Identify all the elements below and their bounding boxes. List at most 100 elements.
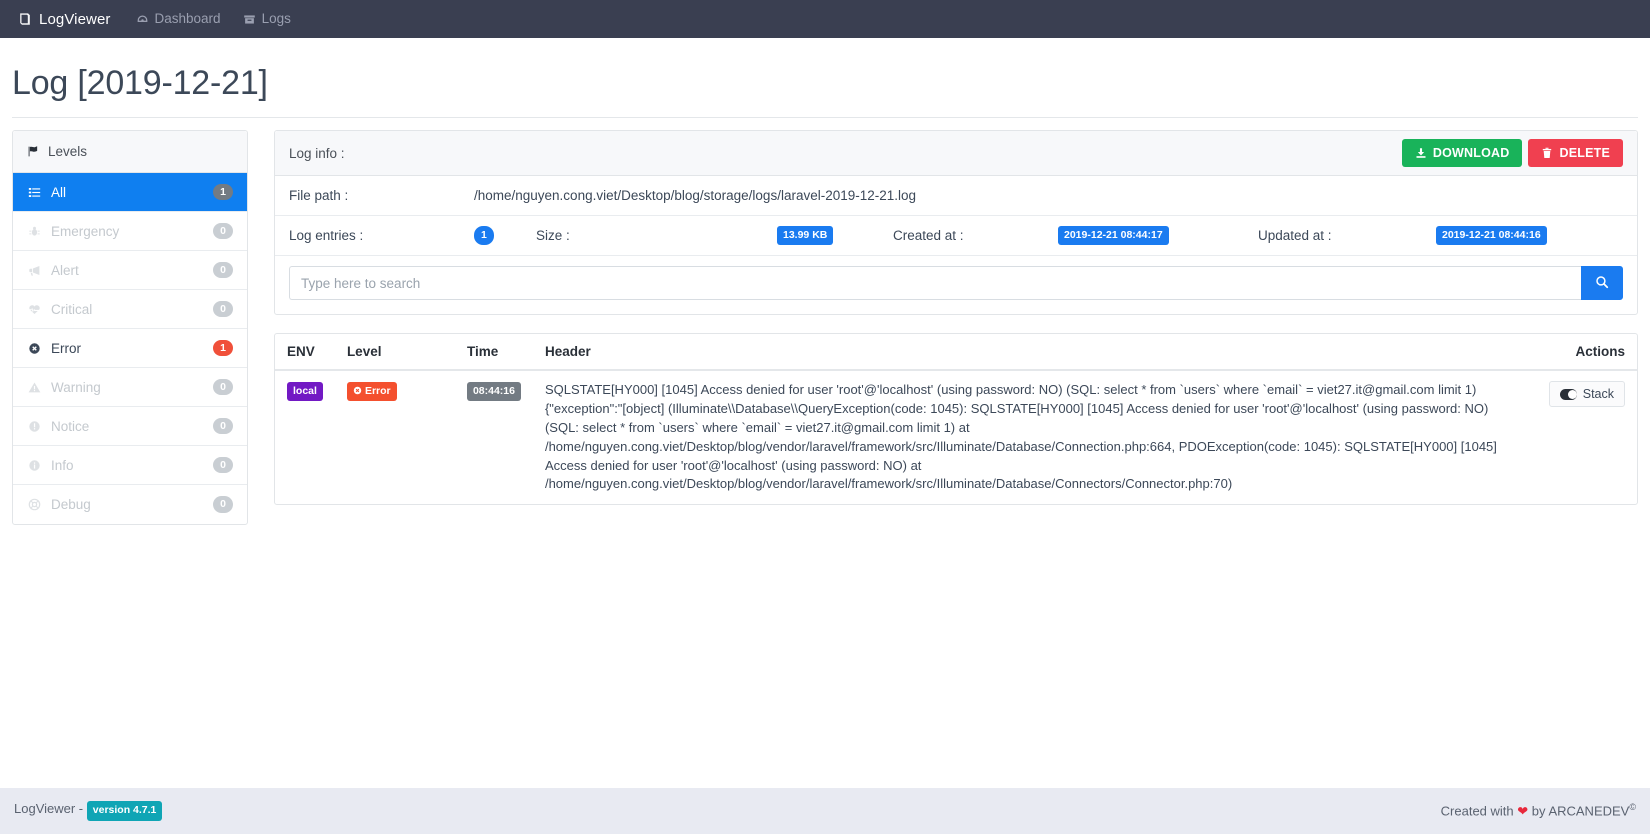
column-env: ENV [275, 334, 335, 370]
download-button[interactable]: DOWNLOAD [1402, 139, 1523, 167]
file-path-label: File path : [275, 178, 460, 213]
sidebar-item-alert[interactable]: Alert 0 [13, 251, 247, 290]
sidebar-item-all-count: 1 [213, 184, 233, 201]
sidebar-item-warning-count: 0 [213, 379, 233, 396]
times-circle-icon [353, 386, 362, 395]
trash-icon [1541, 147, 1553, 159]
levels-column: Levels All 1 Emergency [12, 130, 248, 543]
sidebar-item-emergency-count: 0 [213, 223, 233, 240]
sidebar-item-critical[interactable]: Critical 0 [13, 290, 247, 329]
level-badge-label: Error [365, 385, 391, 397]
sidebar-item-warning-label: Warning [51, 380, 204, 395]
sidebar-item-info-label: Info [51, 458, 204, 473]
footer-brand: ARCANEDEV [1548, 804, 1629, 819]
file-path-row: File path : /home/nguyen.cong.viet/Deskt… [275, 176, 1637, 216]
info-circle-icon [27, 459, 42, 472]
levels-list: All 1 Emergency 0 Alert [13, 173, 247, 524]
sidebar-item-debug[interactable]: Debug 0 [13, 485, 247, 524]
search-icon [1595, 275, 1609, 292]
sidebar-item-debug-label: Debug [51, 497, 204, 512]
flag-icon [27, 145, 40, 158]
log-entries-badge: 1 [474, 226, 494, 245]
version-badge: version 4.7.1 [87, 801, 163, 820]
level-badge: Error [347, 382, 397, 401]
sidebar-item-error[interactable]: Error 1 [13, 329, 247, 368]
sidebar-item-error-count: 1 [213, 340, 233, 357]
sidebar-item-error-label: Error [51, 341, 204, 356]
env-badge: local [287, 382, 323, 401]
search-row [275, 256, 1637, 314]
log-info-actions: DOWNLOAD DELETE [1402, 139, 1623, 167]
sidebar-item-critical-count: 0 [213, 301, 233, 318]
sidebar-item-warning[interactable]: Warning 0 [13, 368, 247, 407]
log-info-heading: Log info : DOWNLOAD DELETE [275, 131, 1637, 176]
nav-item-dashboard-label: Dashboard [155, 0, 221, 38]
footer-right-mid: by [1532, 804, 1546, 819]
cell-header: SQLSTATE[HY000] [1045] Access denied for… [533, 370, 1537, 504]
cell-actions: Stack [1537, 370, 1637, 504]
table-body: local Error 08:44:16 [275, 370, 1637, 504]
brand-logo[interactable]: LogViewer [14, 11, 125, 28]
toggle-on-icon [1560, 389, 1577, 400]
log-entries-label: Log entries : [275, 218, 460, 253]
column-actions: Actions [1537, 334, 1637, 370]
warning-icon [27, 381, 42, 394]
column-header: Header [533, 334, 1537, 370]
sidebar-item-all-label: All [51, 185, 204, 200]
delete-button[interactable]: DELETE [1528, 139, 1623, 167]
created-at-label: Created at : [879, 218, 1044, 253]
log-info-title: Log info : [289, 146, 345, 161]
bug-icon [27, 225, 42, 238]
main-layout: Levels All 1 Emergency [12, 130, 1638, 543]
page-container: Log [2019-12-21] Levels All 1 [0, 64, 1650, 543]
content-column: Log info : DOWNLOAD DELETE [248, 130, 1638, 523]
levels-panel-heading: Levels [13, 131, 247, 173]
table-head: ENV Level Time Header Actions [275, 334, 1637, 370]
download-icon [1415, 147, 1427, 159]
footer-copyright: © [1629, 802, 1636, 812]
sidebar-item-debug-count: 0 [213, 496, 233, 513]
sidebar-item-notice[interactable]: Notice 0 [13, 407, 247, 446]
nav-item-logs[interactable]: Logs [232, 0, 302, 38]
updated-at-value-cell: 2019-12-21 08:44:16 [1422, 216, 1637, 255]
levels-panel: Levels All 1 Emergency [12, 130, 248, 525]
exclamation-circle-icon [27, 420, 42, 433]
log-entries-panel: ENV Level Time Header Actions local [274, 333, 1638, 505]
column-time: Time [455, 334, 533, 370]
footer-right: Created with ❤ by ARCANEDEV© [1441, 802, 1636, 819]
stack-button[interactable]: Stack [1549, 381, 1625, 407]
archive-icon [243, 13, 256, 26]
search-button[interactable] [1581, 266, 1623, 300]
page-title: Log [2019-12-21] [12, 64, 1638, 118]
footer-left-text: LogViewer - [14, 801, 83, 816]
cell-time: 08:44:16 [455, 370, 533, 504]
file-path-value: /home/nguyen.cong.viet/Desktop/blog/stor… [460, 178, 930, 213]
time-badge: 08:44:16 [467, 382, 521, 401]
updated-at-label: Updated at : [1244, 218, 1422, 253]
footer: LogViewer - version 4.7.1 Created with ❤… [0, 788, 1650, 834]
sidebar-item-critical-label: Critical [51, 302, 204, 317]
delete-button-label: DELETE [1559, 146, 1610, 160]
dashboard-icon [136, 13, 149, 26]
list-icon [27, 186, 42, 199]
table-header-row: ENV Level Time Header Actions [275, 334, 1637, 370]
footer-left: LogViewer - version 4.7.1 [14, 801, 162, 820]
book-icon [18, 12, 32, 26]
sidebar-item-all[interactable]: All 1 [13, 173, 247, 212]
sidebar-item-emergency[interactable]: Emergency 0 [13, 212, 247, 251]
cell-env: local [275, 370, 335, 504]
search-input[interactable] [289, 266, 1581, 300]
brand-label: LogViewer [39, 11, 111, 28]
top-navbar: LogViewer Dashboard Logs [0, 0, 1650, 38]
sidebar-item-alert-count: 0 [213, 262, 233, 279]
nav-item-dashboard[interactable]: Dashboard [125, 0, 232, 38]
created-at-value-cell: 2019-12-21 08:44:17 [1044, 216, 1244, 255]
cell-level: Error [335, 370, 455, 504]
levels-panel-title: Levels [48, 144, 87, 159]
column-level: Level [335, 334, 455, 370]
sidebar-item-info-count: 0 [213, 457, 233, 474]
life-ring-icon [27, 498, 42, 511]
nav-item-logs-label: Logs [262, 0, 291, 38]
log-entries-value-cell: 1 [460, 216, 522, 255]
sidebar-item-info[interactable]: Info 0 [13, 446, 247, 485]
